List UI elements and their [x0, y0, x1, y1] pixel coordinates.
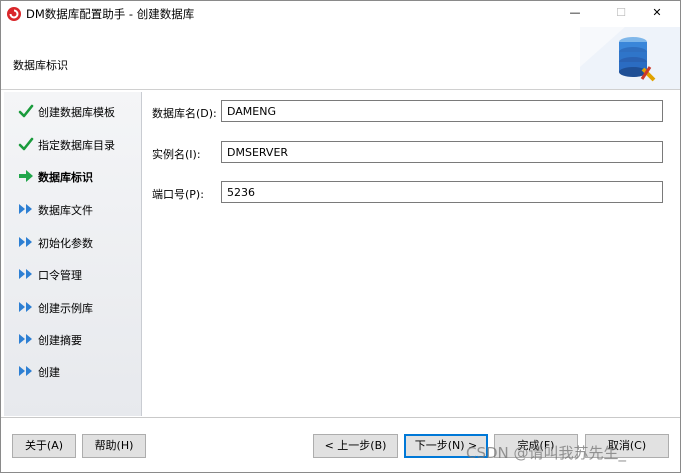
about-button[interactable]: 关于(A): [12, 434, 76, 458]
step-item-create: 创建: [4, 360, 142, 382]
step-item-files: 数据库文件: [4, 198, 142, 220]
step-item-summary: 创建摘要: [4, 328, 142, 350]
step-title: 数据库标识: [13, 59, 68, 72]
minimize-button[interactable]: —: [552, 1, 598, 27]
arrow-right-icon: [19, 170, 33, 182]
step-label: 口令管理: [38, 269, 82, 282]
double-arrow-icon: [19, 366, 32, 376]
help-button[interactable]: 帮助(H): [82, 434, 146, 458]
double-arrow-icon: [19, 204, 32, 214]
wizard-steps: 创建数据库模板 指定数据库目录 数据库标识 数据库文件 初始化参数 口令管理 创…: [4, 92, 142, 416]
prev-button[interactable]: < 上一步(B): [313, 434, 398, 458]
check-icon: [18, 104, 34, 118]
step-label: 数据库文件: [38, 204, 93, 217]
db-name-input[interactable]: [221, 100, 663, 122]
window-title: DM数据库配置助手 - 创建数据库: [26, 7, 195, 21]
divider: [1, 417, 680, 418]
step-label: 指定数据库目录: [38, 139, 115, 152]
dialog-window: DM数据库配置助手 - 创建数据库 — ☐ ✕ 数据库标识 创建数据库模板 指定…: [0, 0, 681, 473]
instance-name-label: 实例名(I):: [152, 148, 201, 161]
port-input[interactable]: [221, 181, 663, 203]
watermark: CSDN @请叫我苏先生_: [466, 444, 627, 462]
instance-name-input[interactable]: [221, 141, 663, 163]
step-item-template: 创建数据库模板: [4, 100, 142, 122]
wizard-header: 数据库标识: [1, 27, 680, 90]
step-item-directory: 指定数据库目录: [4, 133, 142, 155]
step-item-passwords: 口令管理: [4, 263, 142, 285]
step-label: 创建: [38, 366, 60, 379]
step-label: 初始化参数: [38, 237, 93, 250]
step-label: 数据库标识: [38, 171, 93, 184]
close-button[interactable]: ✕: [634, 1, 680, 27]
db-name-label: 数据库名(D):: [152, 107, 217, 120]
check-icon: [18, 137, 34, 151]
title-bar: DM数据库配置助手 - 创建数据库 — ☐ ✕: [1, 1, 680, 27]
double-arrow-icon: [19, 237, 32, 247]
double-arrow-icon: [19, 302, 32, 312]
step-item-init-params: 初始化参数: [4, 231, 142, 253]
step-item-identifier: 数据库标识: [4, 165, 142, 187]
port-label: 端口号(P):: [152, 188, 204, 201]
step-label: 创建数据库模板: [38, 106, 115, 119]
step-label: 创建摘要: [38, 334, 82, 347]
step-label: 创建示例库: [38, 302, 93, 315]
double-arrow-icon: [19, 334, 32, 344]
step-item-sample-db: 创建示例库: [4, 296, 142, 318]
app-icon: [7, 7, 21, 21]
double-arrow-icon: [19, 269, 32, 279]
database-logo-icon: [580, 27, 680, 89]
